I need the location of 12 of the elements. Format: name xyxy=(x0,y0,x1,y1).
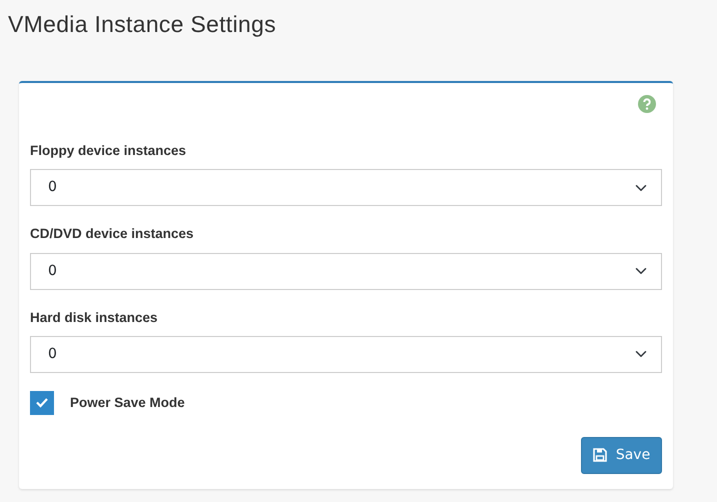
checkmark-icon xyxy=(35,397,49,408)
help-icon[interactable] xyxy=(638,95,656,113)
dropdown-field[interactable]: 0 xyxy=(30,336,662,373)
dropdown-field[interactable]: 0 xyxy=(30,252,662,290)
field-label: Floppy device instances xyxy=(30,142,188,160)
power-save-checkbox[interactable] xyxy=(30,390,54,415)
field-label: Hard disk instances xyxy=(30,308,159,326)
save-button[interactable]: Save xyxy=(581,436,662,474)
page-title: VMedia Instance Settings xyxy=(7,10,278,39)
dropdown-field[interactable]: 0 xyxy=(30,169,662,206)
field-label: CD/DVD device instances xyxy=(30,225,195,244)
checkbox-label: Power Save Mode xyxy=(70,394,185,412)
